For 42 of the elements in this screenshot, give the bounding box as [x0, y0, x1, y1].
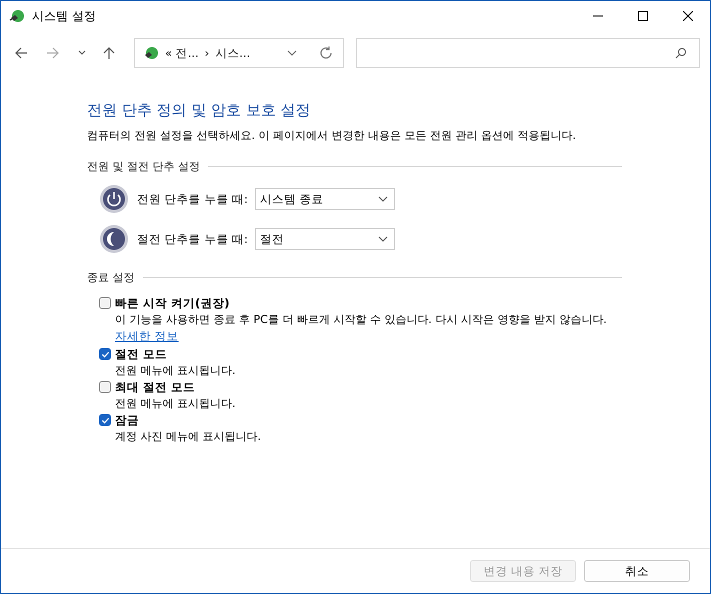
checkbox[interactable]: [99, 414, 111, 426]
plug-globe-icon: [9, 8, 25, 24]
page-description: 컴퓨터의 전원 설정을 선택하세요. 이 페이지에서 변경한 내용은 모든 전원 관리 옵션에 적용됩니다.: [87, 128, 577, 143]
dropdown[interactable]: 절전: [255, 228, 395, 250]
checkbox[interactable]: [99, 348, 111, 360]
option-label: 최대 절전 모드: [115, 380, 196, 394]
option-label: 빠른 시작 켜기(권장): [115, 296, 230, 310]
section-title: 종료 설정: [87, 270, 134, 285]
dropdown[interactable]: 시스템 종료: [255, 188, 395, 210]
chevron-down-icon: [378, 236, 388, 242]
moon-icon: [99, 224, 129, 254]
window-title: 시스템 설정: [32, 8, 96, 24]
field-label: 전원 단추를 누를 때:: [137, 192, 249, 206]
close-icon: [682, 11, 692, 21]
plug-globe-icon: [143, 45, 159, 61]
chevron-down-icon[interactable]: [78, 50, 86, 56]
option-label: 잠금: [115, 412, 139, 428]
breadcrumb[interactable]: « 전...: [165, 46, 199, 60]
breadcrumb[interactable]: 시스...: [215, 46, 250, 60]
maximize-icon: [638, 11, 648, 21]
option-description: 계정 사진 메뉴에 표시됩니다.: [115, 429, 262, 445]
address-bar[interactable]: « 전... › 시스...: [134, 38, 344, 68]
refresh-icon[interactable]: [319, 46, 333, 60]
more-info-link[interactable]: 자세한 정보: [115, 329, 179, 343]
option-label: 절전 모드: [115, 346, 168, 362]
power-icon: [99, 184, 129, 214]
search-icon: [675, 47, 687, 59]
chevron-down-icon: [378, 196, 388, 202]
checkbox[interactable]: [99, 381, 111, 393]
checkbox[interactable]: [99, 297, 111, 309]
option-description: 이 기능을 사용하면 종료 후 PC를 더 빠르게 시작할 수 있습니다. 다시 시작은 영향을 받지 않습니다.: [115, 312, 608, 328]
back-arrow-icon[interactable]: [14, 46, 28, 60]
search-field[interactable]: [356, 38, 700, 68]
up-arrow-icon[interactable]: [102, 46, 116, 60]
breadcrumb[interactable]: ›: [204, 46, 210, 60]
chevron-down-icon[interactable]: [287, 50, 297, 56]
page-heading: 전원 단추 정의 및 암호 보호 설정: [87, 101, 312, 120]
dialog-button[interactable]: 취소: [584, 560, 690, 582]
section-title: 전원 및 절전 단추 설정: [87, 159, 200, 174]
option-description: 전원 메뉴에 표시됩니다.: [115, 363, 236, 379]
field-label: 절전 단추를 누를 때:: [137, 232, 249, 246]
option-description: 전원 메뉴에 표시됩니다.: [115, 396, 236, 412]
